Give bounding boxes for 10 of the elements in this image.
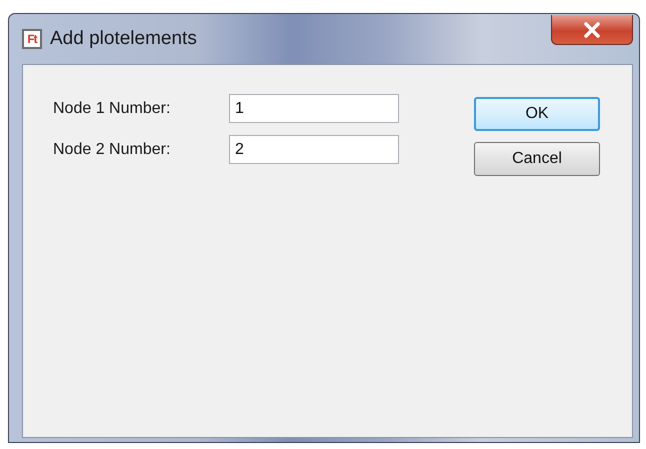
- window-title: Add plotelements: [50, 28, 197, 50]
- close-button[interactable]: [551, 15, 633, 45]
- cancel-button[interactable]: Cancel: [474, 142, 600, 176]
- app-icon: Ft: [22, 29, 42, 49]
- number-field[interactable]: 2: [229, 135, 399, 164]
- field-label: Node 2 Number:: [53, 140, 172, 158]
- close-icon: [583, 22, 601, 38]
- ok-button[interactable]: OK: [474, 97, 600, 131]
- field-label: Node 1 Number:: [53, 100, 172, 118]
- number-field[interactable]: 1: [229, 94, 399, 123]
